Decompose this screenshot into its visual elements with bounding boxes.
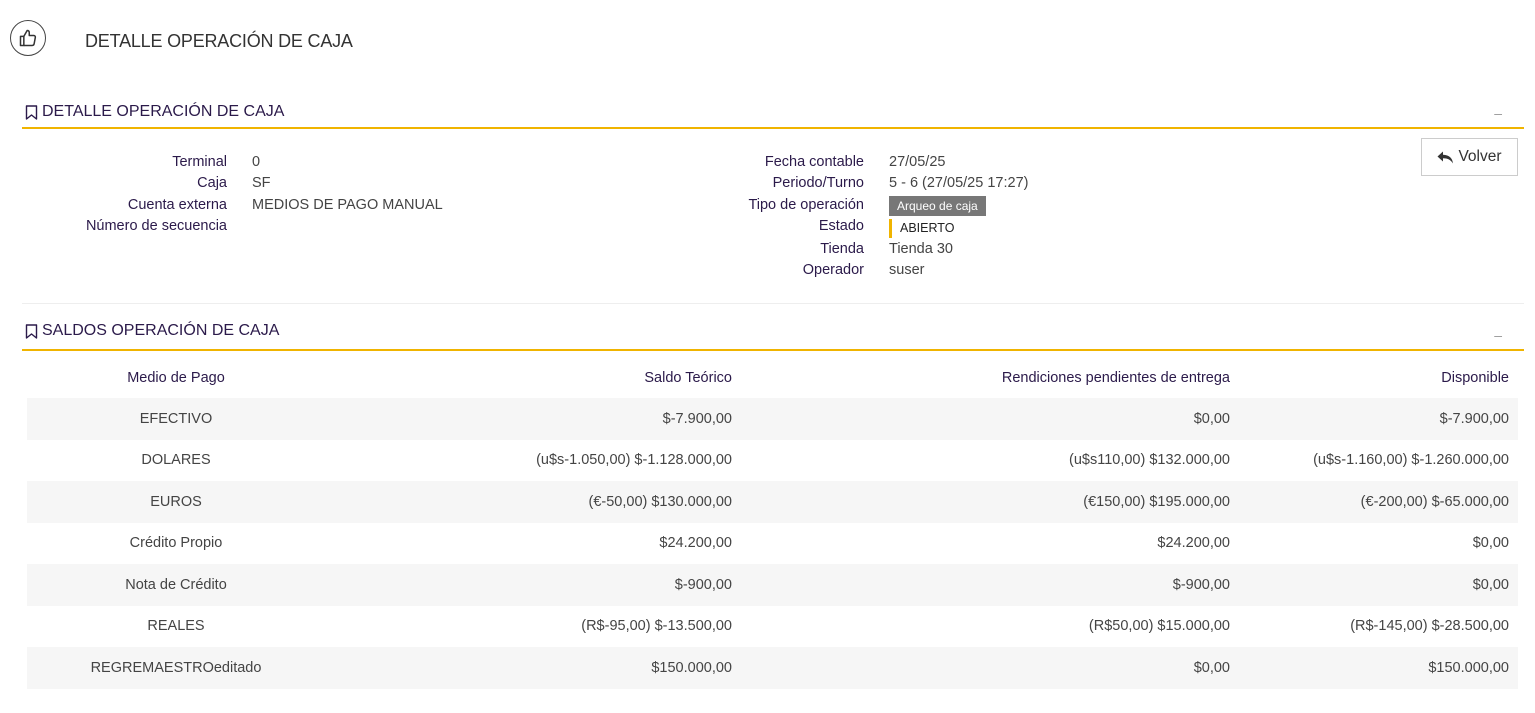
cell-disponible: $0,00 <box>1472 535 1509 552</box>
cell-rendiciones: $24.200,00 <box>1157 535 1230 552</box>
saldos-table: Medio de Pago Saldo Teórico Rendiciones … <box>27 357 1518 689</box>
table-row: Crédito Propio $24.200,00 $24.200,00 $0,… <box>27 523 1518 565</box>
cell-medio-de-pago: REGREMAESTROeditado <box>90 659 262 676</box>
cell-medio-de-pago: EFECTIVO <box>139 410 213 427</box>
table-row: EUROS (€-50,00) $130.000,00 (€150,00) $1… <box>27 481 1518 523</box>
volver-button[interactable]: Volver <box>1421 138 1518 176</box>
cell-disponible: $0,00 <box>1472 576 1509 593</box>
numero-secuencia-label: Número de secuencia <box>85 218 227 234</box>
cell-medio-de-pago: Nota de Crédito <box>125 576 227 593</box>
cell-disponible: (R$-145,00) $-28.500,00 <box>1350 618 1509 635</box>
tipo-operacion-badge: Arqueo de caja <box>889 196 986 216</box>
cell-disponible: (u$s-1.160,00) $-1.260.000,00 <box>1313 452 1509 469</box>
periodo-label: Periodo/Turno <box>772 175 864 191</box>
periodo-value: 5 - 6 (27/05/25 17:27) <box>889 175 1029 191</box>
cell-medio-de-pago: Crédito Propio <box>129 535 223 552</box>
cell-rendiciones: (u$s110,00) $132.000,00 <box>1069 452 1230 469</box>
cell-saldo-teorico: $24.200,00 <box>659 535 732 552</box>
bookmark-icon <box>25 323 38 339</box>
cell-saldo-teorico: $150.000,00 <box>651 659 732 676</box>
terminal-label: Terminal <box>172 154 227 170</box>
cell-medio-de-pago: DOLARES <box>141 452 211 469</box>
estado-value-wrap: ABIERTO <box>889 218 962 240</box>
table-header-row: Medio de Pago Saldo Teórico Rendiciones … <box>27 357 1518 398</box>
page-header: DETALLE OPERACIÓN DE CAJA <box>0 0 1535 80</box>
tienda-label: Tienda <box>820 241 864 257</box>
estado-badge: ABIERTO <box>889 219 962 238</box>
fecha-value: 27/05/25 <box>889 154 946 170</box>
cell-saldo-teorico: (R$-95,00) $-13.500,00 <box>581 618 732 635</box>
volver-label: Volver <box>1458 148 1502 165</box>
caja-value: SF <box>252 175 271 191</box>
operador-value: suser <box>889 262 925 278</box>
fecha-label: Fecha contable <box>764 154 864 170</box>
cell-saldo-teorico: (u$s-1.050,00) $-1.128.000,00 <box>536 452 732 469</box>
cell-medio-de-pago: EUROS <box>150 493 202 510</box>
page-title: DETALLE OPERACIÓN DE CAJA <box>85 31 353 51</box>
cell-disponible: $-7.900,00 <box>1439 410 1509 427</box>
cell-rendiciones: $-900,00 <box>1172 576 1230 593</box>
column-header-medio-de-pago: Medio de Pago <box>127 369 225 386</box>
terminal-value: 0 <box>252 154 261 170</box>
cuenta-externa-label: Cuenta externa <box>127 197 227 213</box>
cell-rendiciones: $0,00 <box>1193 410 1230 427</box>
collapse-detalle-button[interactable]: – <box>1494 105 1502 121</box>
tipo-label: Tipo de operación <box>748 197 864 213</box>
table-row: EFECTIVO $-7.900,00 $0,00 $-7.900,00 <box>27 398 1518 440</box>
cell-disponible: (€-200,00) $-65.000,00 <box>1360 493 1509 510</box>
tipo-value-wrap: Arqueo de caja <box>889 196 986 218</box>
section-divider <box>22 303 1524 304</box>
saldos-section-label: SALDOS OPERACIÓN DE CAJA <box>42 322 280 339</box>
cell-medio-de-pago: REALES <box>147 618 205 635</box>
operador-label: Operador <box>802 262 864 278</box>
cell-rendiciones: (€150,00) $195.000,00 <box>1083 493 1230 510</box>
cell-saldo-teorico: $-7.900,00 <box>662 410 732 427</box>
table-row: REALES (R$-95,00) $-13.500,00 (R$50,00) … <box>27 606 1518 648</box>
caja-label: Caja <box>197 175 227 191</box>
cuenta-externa-value: MEDIOS DE PAGO MANUAL <box>252 197 443 213</box>
thumbs-up-icon <box>10 20 46 56</box>
column-header-saldo-teorico: Saldo Teórico <box>644 369 732 386</box>
tienda-value: Tienda 30 <box>889 241 953 257</box>
table-row: Nota de Crédito $-900,00 $-900,00 $0,00 <box>27 564 1518 606</box>
estado-label: Estado <box>818 218 864 234</box>
reply-arrow-icon <box>1437 151 1454 163</box>
cell-disponible: $150.000,00 <box>1428 659 1509 676</box>
collapse-saldos-button[interactable]: – <box>1494 327 1502 343</box>
table-row: DOLARES (u$s-1.050,00) $-1.128.000,00 (u… <box>27 440 1518 482</box>
column-header-disponible: Disponible <box>1441 369 1509 386</box>
column-header-rendiciones: Rendiciones pendientes de entrega <box>1001 369 1230 386</box>
detalle-section-title[interactable]: DETALLE OPERACIÓN DE CAJA <box>25 103 284 121</box>
saldos-section-title[interactable]: SALDOS OPERACIÓN DE CAJA <box>25 322 279 340</box>
cell-rendiciones: (R$50,00) $15.000,00 <box>1088 618 1230 635</box>
detalle-section-header: DETALLE OPERACIÓN DE CAJA – <box>22 103 1524 129</box>
cell-rendiciones: $0,00 <box>1193 659 1230 676</box>
detalle-section-label: DETALLE OPERACIÓN DE CAJA <box>42 103 285 120</box>
bookmark-icon <box>25 104 38 120</box>
table-row: REGREMAESTROeditado $150.000,00 $0,00 $1… <box>27 647 1518 689</box>
cell-saldo-teorico: $-900,00 <box>674 576 732 593</box>
saldos-section-header: SALDOS OPERACIÓN DE CAJA – <box>22 322 1524 351</box>
cell-saldo-teorico: (€-50,00) $130.000,00 <box>588 493 733 510</box>
